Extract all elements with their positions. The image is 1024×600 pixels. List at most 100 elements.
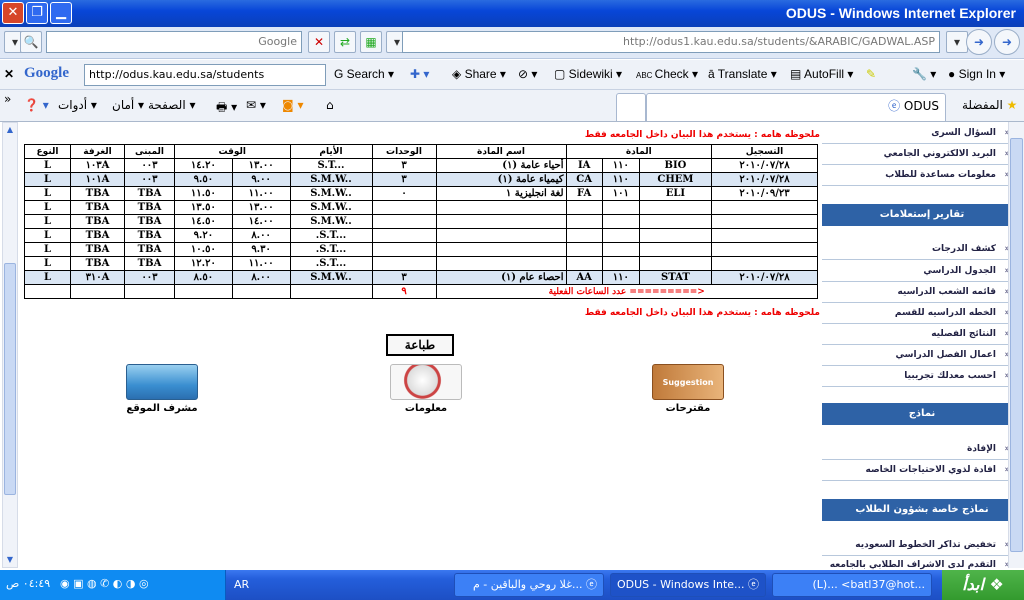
col-room: الغرفة xyxy=(70,144,125,159)
page-menu[interactable]: الصفحة ▾ xyxy=(148,98,196,112)
sidebar-heading-reports: تقارير إستعلامات xyxy=(822,204,1022,226)
start-button[interactable]: ابدأ ❖ xyxy=(942,570,1024,600)
sidebar-item-report-3[interactable]: الخطه الدراسيه للقسم xyxy=(895,308,996,318)
table-cell-sec: FA xyxy=(565,186,603,201)
sidebar-item-student-form-1[interactable]: التقدم لدى الاشراف الطلابي بالجامعه xyxy=(830,560,996,570)
share-button[interactable]: ◈ Share ▾ xyxy=(452,67,506,81)
plus-icon[interactable]: ✚ ▾ xyxy=(410,67,429,81)
left-scrollbar[interactable]: ▲ ▼ xyxy=(2,122,18,568)
google-url-field[interactable]: http://odus.kau.edu.sa/students xyxy=(84,64,326,86)
sidebar-divider xyxy=(822,459,1022,460)
forward-icon[interactable]: ➜ xyxy=(966,29,992,55)
tab-odus[interactable]: ⓔ ODUS xyxy=(646,93,946,121)
total-empty-cell xyxy=(289,284,373,299)
home-icon[interactable]: ⌂ xyxy=(326,98,334,112)
maximize-window-button[interactable]: ❐ xyxy=(26,2,48,24)
table-cell-from: ٨.٠٠ xyxy=(231,270,291,285)
table-cell-reg xyxy=(711,200,818,215)
chevron-icon[interactable]: » xyxy=(4,92,11,106)
table-cell-from: ١٣.٠٠ xyxy=(231,200,291,215)
table-cell-dept: CHEM xyxy=(638,172,713,187)
table-cell-num xyxy=(601,228,640,243)
table-cell-bldg: TBA xyxy=(124,228,175,243)
language-indicator[interactable]: AR xyxy=(234,578,249,591)
page-label: الصفحة xyxy=(148,98,186,112)
sidebar-item-student-form-0[interactable]: تخفيض تذاكر الخطوط السعوديه xyxy=(855,540,996,550)
sidebar-item-form-1[interactable]: افادة لذوي الاحتياجات الخاصه xyxy=(865,465,996,475)
table-cell-type: L xyxy=(24,158,71,173)
suggestions-link[interactable]: Suggestion box مقترحات xyxy=(638,364,738,423)
address-toolbar: ▾ 🔍 Google ✕ ⇄ ▦ ▾ http://odus1.kau.edu.… xyxy=(0,27,1024,59)
sidebar-item-report-2[interactable]: قائمه الشعب الدراسيه xyxy=(897,287,996,297)
print-icon[interactable]: 🖶 ▾ xyxy=(216,98,237,119)
total-row: ٩ عدد الساعات الفعلية =========> xyxy=(24,284,818,299)
sidewiki-button[interactable]: ▢ Sidewiki ▾ xyxy=(554,67,622,81)
ie-tab-icon: ⓔ xyxy=(888,99,904,113)
right-scrollbar[interactable] xyxy=(1008,122,1024,568)
popup-blocker-icon[interactable]: ⊘ ▾ xyxy=(518,67,537,81)
check-label: Check xyxy=(654,67,689,81)
sidebar-item-report-1[interactable]: الجدول الدراسي xyxy=(923,266,996,276)
print-button[interactable]: طباعة xyxy=(386,334,454,356)
url-text: http://odus1.kau.edu.sa/students/&ARABIC… xyxy=(623,35,935,48)
search-icon[interactable]: 🔍 xyxy=(20,31,42,53)
sidebar-item-report-5[interactable]: اعمال الفصل الدراسي xyxy=(896,350,996,360)
table-cell-dept: BIO xyxy=(638,158,713,173)
site-admin-link[interactable]: مشرف الموقع xyxy=(112,364,212,414)
stop-icon[interactable]: ✕ xyxy=(308,31,330,53)
scroll-thumb[interactable] xyxy=(4,263,16,495)
translate-button[interactable]: ā Translate ▾ xyxy=(708,67,777,81)
history-dropdown-icon[interactable]: ▾ xyxy=(946,31,968,53)
taskbar-item-2[interactable]: ODUS - Windows Inte... ⓔ xyxy=(610,573,766,597)
wrench-icon[interactable]: 🔧 ▾ xyxy=(912,67,936,81)
tools-label: أدوات xyxy=(58,98,88,112)
url-field[interactable]: http://odus1.kau.edu.sa/students/&ARABIC… xyxy=(402,31,940,53)
spellcheck-button[interactable]: ABC Check ▾ xyxy=(636,67,698,81)
user-icon: ● xyxy=(948,67,959,81)
scroll-down-icon[interactable]: ▼ xyxy=(4,553,16,567)
sidebar-item-report-6[interactable]: احسب معدلك تجريبيا xyxy=(904,371,996,381)
table-cell-sec xyxy=(565,228,603,243)
refresh-icon[interactable]: ⇄ xyxy=(334,31,356,53)
safety-menu[interactable]: أمان ▾ xyxy=(112,98,144,112)
sidebar-item-report-0[interactable]: كشف الدرجات xyxy=(932,244,996,254)
table-cell-sec xyxy=(565,214,603,229)
signin-button[interactable]: ● Sign In ▾ xyxy=(948,67,1005,81)
favorites-button[interactable]: المفضلة ★ xyxy=(962,98,1017,112)
table-cell-reg xyxy=(711,256,818,271)
minimize-window-button[interactable]: ▁ xyxy=(50,2,72,24)
help-icon[interactable]: ❓ ▾ xyxy=(24,98,49,112)
compat-icon[interactable]: ▦ xyxy=(360,31,382,53)
suggestions-label: مقترحات xyxy=(665,403,711,414)
sidebar-item-top-0[interactable]: السؤال السرى xyxy=(931,128,996,138)
right-scroll-thumb[interactable] xyxy=(1010,138,1023,552)
close-window-button[interactable]: ✕ xyxy=(2,2,24,24)
table-cell-units xyxy=(371,242,437,257)
toolbar-search-input[interactable]: Google xyxy=(46,31,302,53)
col-building: المبنى xyxy=(124,144,175,159)
table-cell-room: ٣١٠A xyxy=(70,270,125,285)
table-cell-to: ٩.٢٠ xyxy=(174,228,233,243)
mail-icon[interactable]: ✉ ▾ xyxy=(246,98,266,112)
info-link[interactable]: معلومات xyxy=(376,364,476,414)
sidebar-item-report-4[interactable]: النتائج الفصليه xyxy=(931,329,996,339)
tools-menu[interactable]: أدوات ▾ xyxy=(58,98,97,112)
google-search-button[interactable]: G Search ▾ xyxy=(334,67,394,81)
new-tab-button[interactable] xyxy=(616,93,646,121)
taskbar-item-3[interactable]: غلا روحي والباقين - م... ⓔ xyxy=(454,573,604,597)
back-icon[interactable]: ➜ xyxy=(994,29,1020,55)
sidebar-item-form-0[interactable]: الإفادة xyxy=(967,444,996,454)
close-toolbar-icon[interactable]: ✕ xyxy=(4,67,14,81)
suggestion-box-icon: Suggestion box xyxy=(652,364,724,423)
info-label: معلومات xyxy=(404,403,448,414)
sidebar-item-top-2[interactable]: معلومات مساعدة للطلاب xyxy=(885,170,996,180)
sidebar-item-top-1[interactable]: البريد الالكتروني الجامعي xyxy=(884,149,996,159)
taskbar-item-1[interactable]: (L)... <batl37@hot... xyxy=(772,573,932,597)
autofill-button[interactable]: ▤ AutoFill ▾ xyxy=(790,67,853,81)
rss-icon[interactable]: ◙ ▾ xyxy=(282,98,303,112)
highlight-icon[interactable]: ✎ xyxy=(866,67,876,81)
star-icon: ★ xyxy=(1006,98,1018,112)
total-hours-label: عدد الساعات الفعلية =========> xyxy=(435,284,818,299)
table-cell-from: ٩.٠٠ xyxy=(231,172,291,187)
scroll-up-icon[interactable]: ▲ xyxy=(4,123,16,137)
